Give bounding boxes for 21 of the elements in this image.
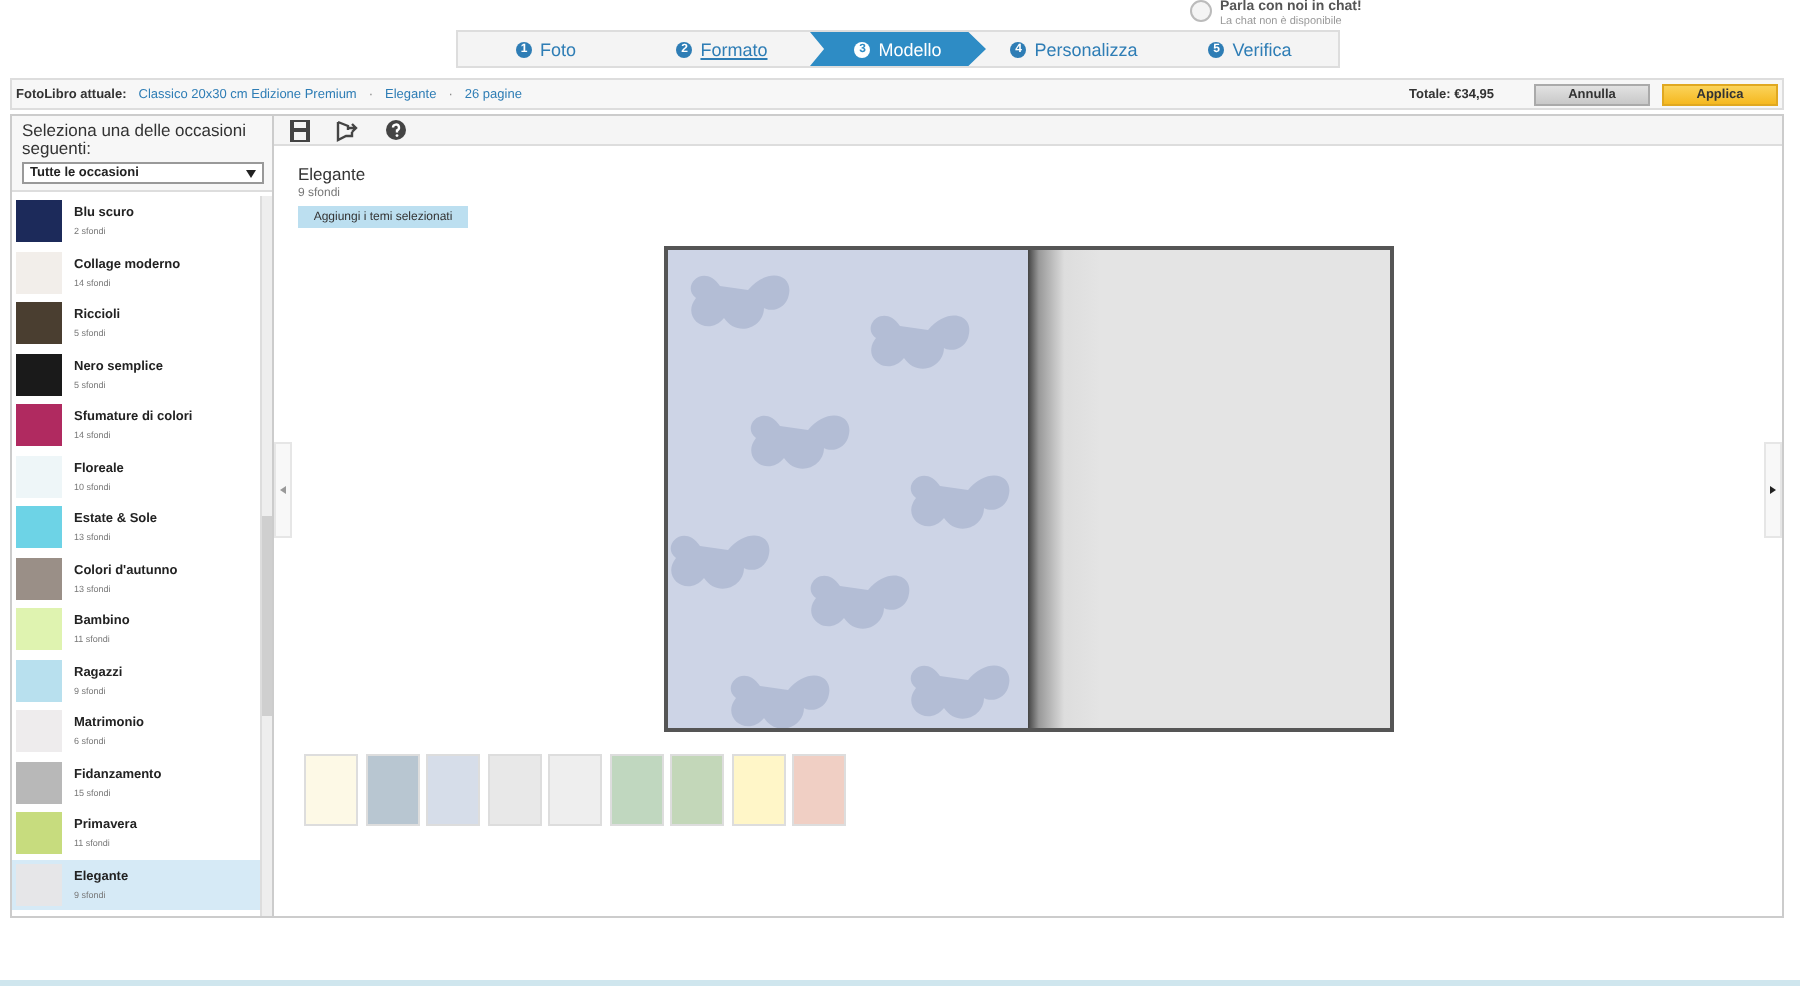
background-swatch[interactable] [487,754,541,826]
scrollbar[interactable] [260,196,272,916]
sidebar-heading: Seleziona una delle occasioni seguenti: [22,122,248,158]
export-icon[interactable] [336,119,360,141]
background-swatch[interactable] [609,754,663,826]
chat-icon[interactable] [1190,0,1212,22]
background-swatch[interactable] [670,754,724,826]
left-arrow-icon [280,485,286,493]
help-icon[interactable] [386,120,406,140]
background-swatch[interactable] [792,754,846,826]
background-swatch[interactable] [548,754,602,826]
background-swatch[interactable] [365,754,419,826]
previous-tab[interactable] [274,441,292,537]
save-icon[interactable] [290,119,310,141]
theme-title: Elegante [298,164,368,184]
background-swatch[interactable] [304,754,358,826]
right-arrow-icon [1770,485,1776,493]
background-swatch[interactable] [426,754,480,826]
caret-icon [246,169,256,177]
background-swatch[interactable] [731,754,785,826]
next-tab[interactable] [1764,441,1782,537]
